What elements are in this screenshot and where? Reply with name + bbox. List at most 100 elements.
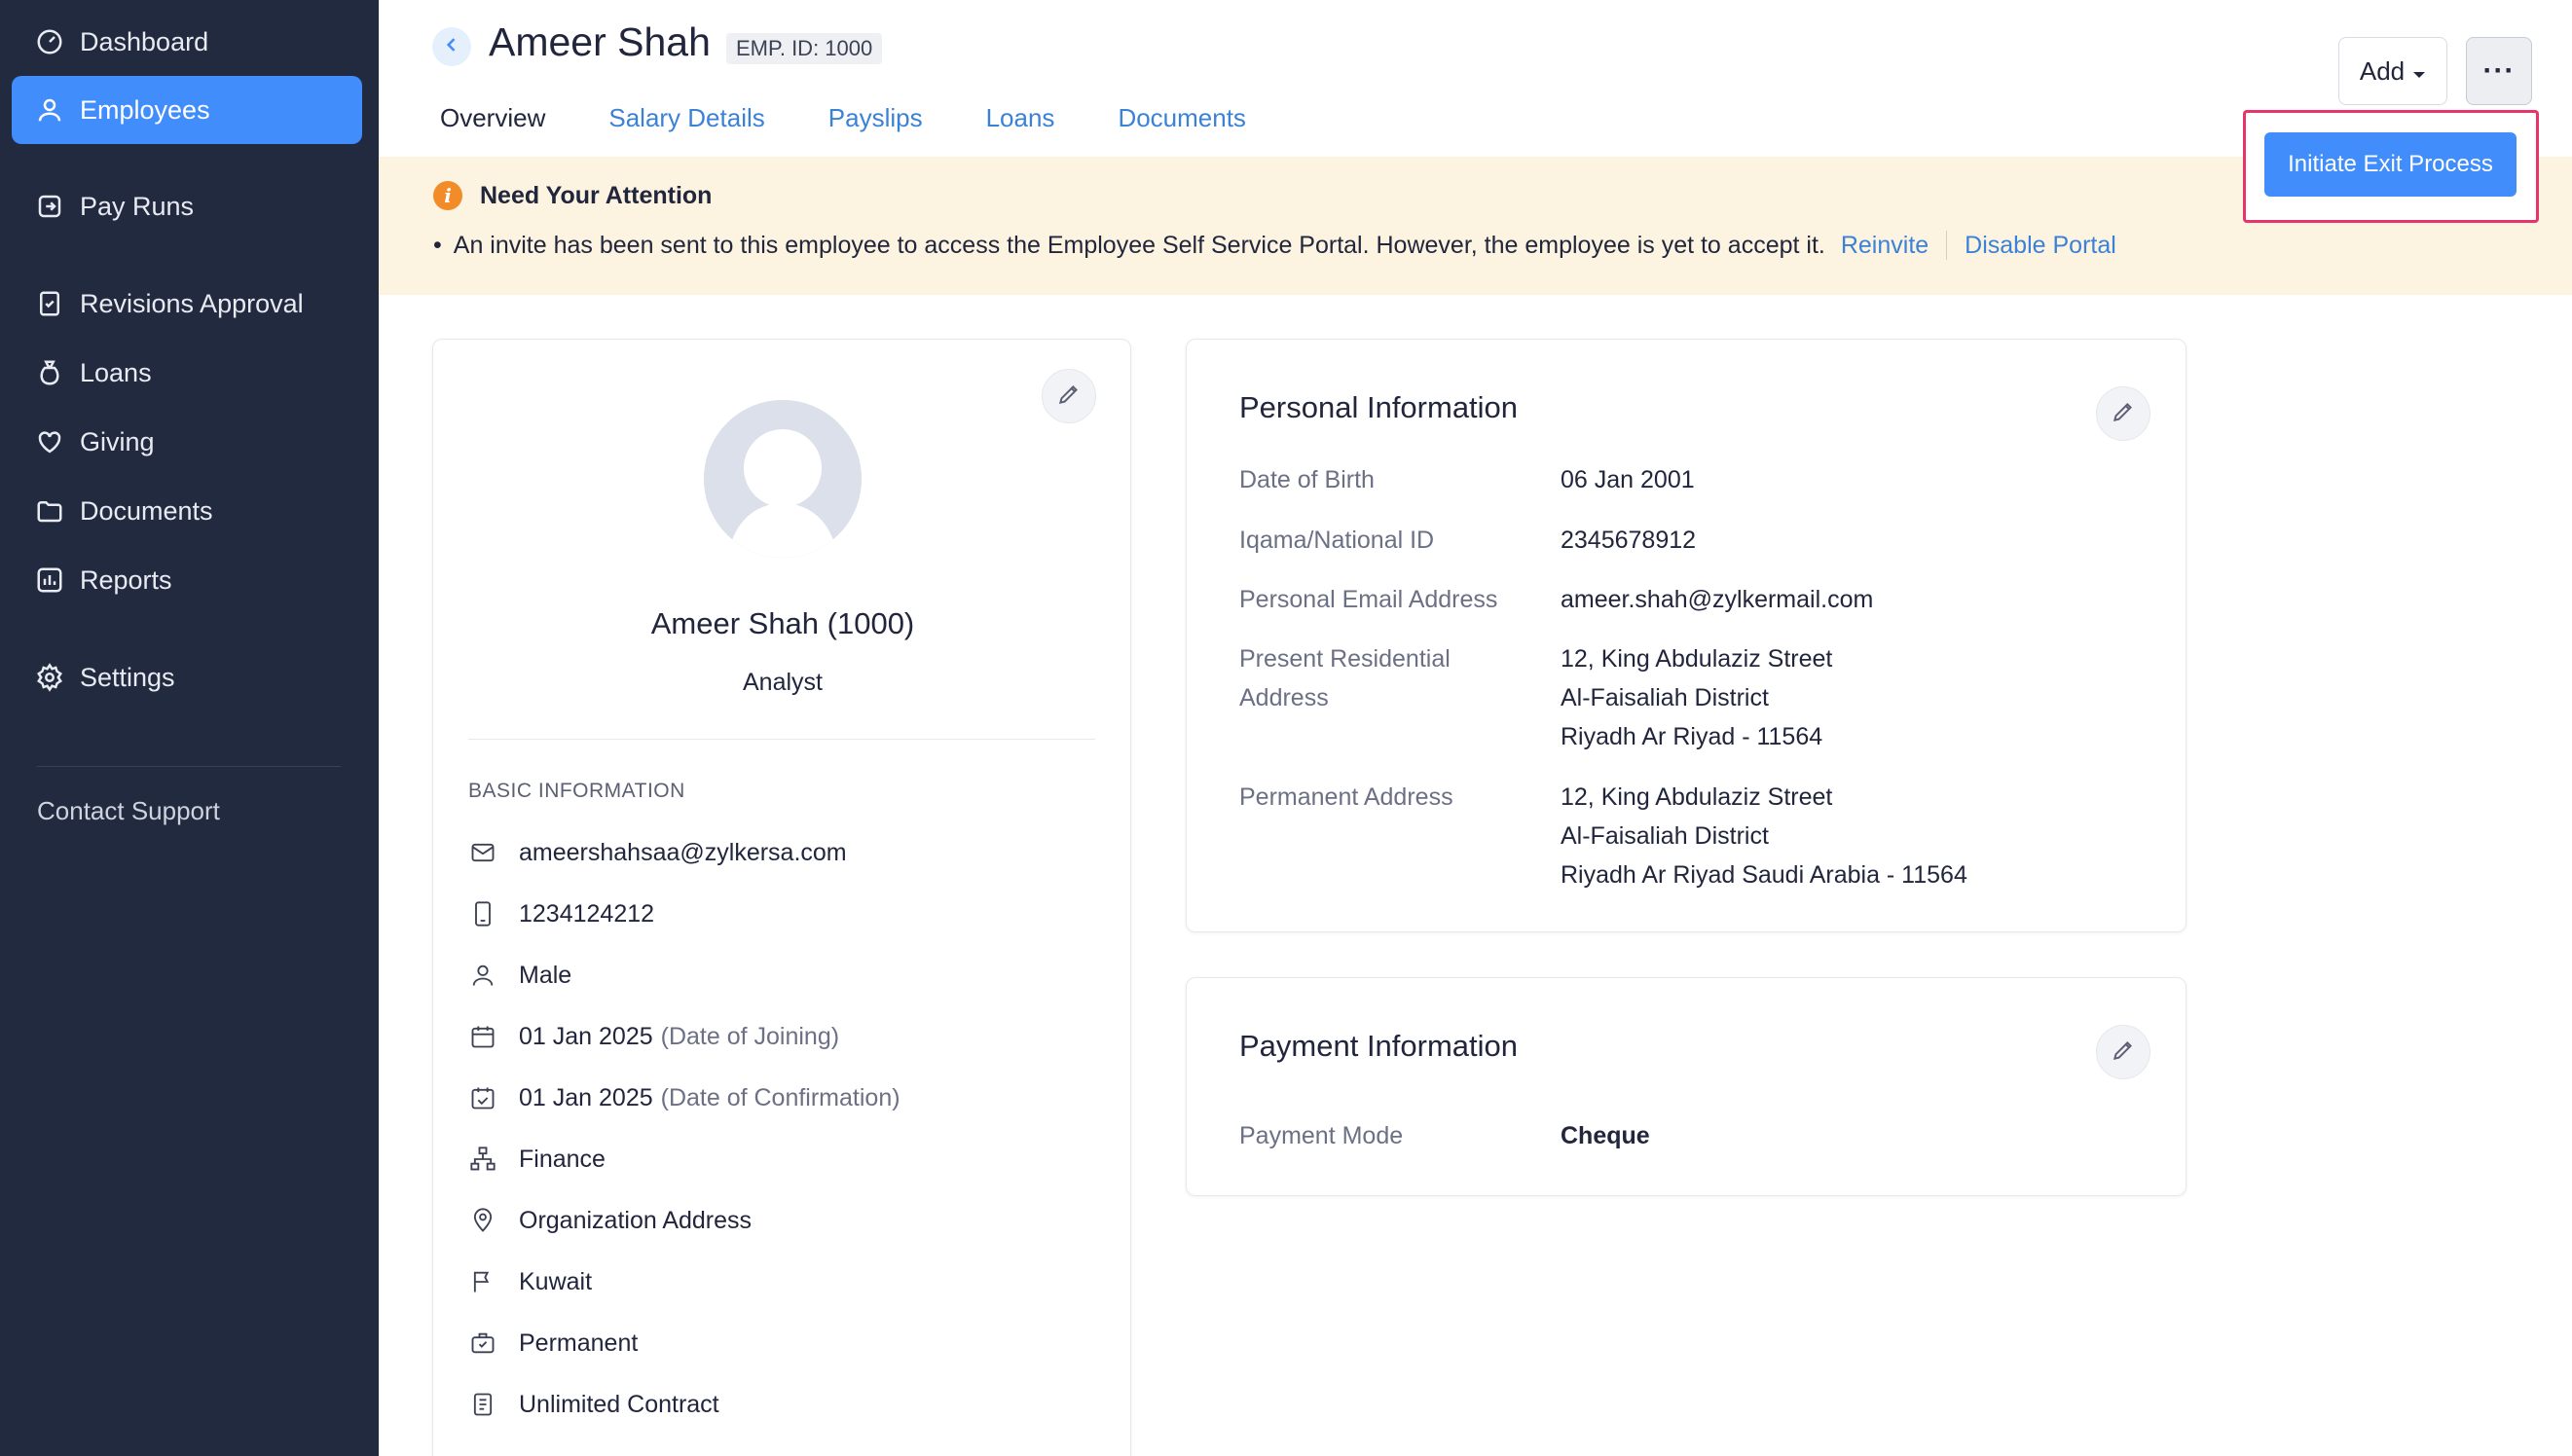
pencil-icon [1056, 382, 1082, 412]
phone-icon [468, 899, 497, 928]
link-separator [1946, 231, 1948, 260]
joining-date-value: 01 Jan 2025 [519, 1022, 653, 1050]
avatar [704, 400, 862, 558]
confirmation-date-note: (Date of Confirmation) [660, 1083, 900, 1111]
person-icon [468, 961, 497, 990]
payment-mode-value: Cheque [1561, 1122, 1650, 1149]
caret-down-icon [2412, 56, 2426, 87]
sidebar-item-pay-runs[interactable]: Pay Runs [12, 172, 362, 240]
contract-value: Unlimited Contract [519, 1390, 719, 1418]
attention-title-text: Need Your Attention [480, 181, 713, 209]
flag-icon [468, 1267, 497, 1296]
sidebar-item-revisions-approval[interactable]: Revisions Approval [12, 270, 362, 338]
approval-icon [33, 287, 66, 320]
sidebar-item-employees[interactable]: Employees [12, 76, 362, 144]
personal-information-card: Personal Information Date of Birth 06 Ja… [1186, 339, 2186, 932]
add-button-label: Add [2359, 55, 2406, 86]
email-row: ameershahsaa@zylkersa.com [468, 838, 847, 867]
sidebar-item-loans[interactable]: Loans [12, 339, 362, 407]
edit-personal-information-button[interactable] [2096, 386, 2150, 441]
sidebar-item-giving[interactable]: Giving [12, 408, 362, 476]
pencil-icon [2111, 1037, 2136, 1068]
attention-title: i Need Your Attention [433, 181, 712, 210]
payment-mode-label: Payment Mode [1239, 1122, 1404, 1149]
present-address-line1: 12, King Abdulaziz Street [1561, 645, 1833, 673]
edit-payment-information-button[interactable] [2096, 1025, 2150, 1079]
location-row: Organization Address [468, 1206, 752, 1235]
joining-date-note: (Date of Joining) [660, 1022, 840, 1050]
confirmation-date-value: 01 Jan 2025 [519, 1083, 653, 1111]
sidebar-item-documents[interactable]: Documents [12, 477, 362, 545]
mail-icon [468, 838, 497, 867]
chart-icon [33, 564, 66, 597]
page-title: Ameer Shah [489, 19, 711, 64]
tab-loans[interactable]: Loans [978, 97, 1063, 156]
more-options-button[interactable]: ··· [2466, 37, 2532, 105]
national-id-label: Iqama/National ID [1239, 527, 1435, 554]
sidebar-item-reports[interactable]: Reports [12, 546, 362, 614]
sidebar-item-label: Settings [80, 662, 175, 692]
tab-bar: Overview Salary Details Payslips Loans D… [432, 97, 1302, 167]
attention-message: An invite has been sent to this employee… [453, 231, 1825, 259]
gender-value: Male [519, 961, 572, 989]
folder-icon [33, 494, 66, 528]
sidebar-item-dashboard[interactable]: Dashboard [12, 8, 362, 76]
pay-runs-icon [33, 190, 66, 223]
personal-information-title: Personal Information [1239, 390, 1519, 424]
contact-support-link[interactable]: Contact Support [37, 796, 220, 826]
tab-overview[interactable]: Overview [432, 97, 554, 167]
sidebar-item-label: Pay Runs [80, 191, 195, 221]
document-icon [468, 1390, 497, 1419]
phone-value: 1234124212 [519, 899, 655, 928]
org-chart-icon [468, 1145, 497, 1174]
present-address-line2: Al-Faisaliah District [1561, 684, 1769, 711]
joining-date-row: 01 Jan 2025 (Date of Joining) [468, 1022, 839, 1051]
sidebar-item-label: Reports [80, 564, 172, 595]
phone-row: 1234124212 [468, 899, 654, 928]
present-address-label-line2: Address [1239, 684, 1329, 711]
sidebar-item-label: Employees [80, 94, 210, 125]
calendar-icon [468, 1022, 497, 1051]
department-row: Finance [468, 1145, 606, 1174]
email-value: ameershahsaa@zylkersa.com [519, 838, 847, 866]
permanent-address-label: Permanent Address [1239, 783, 1453, 811]
tab-payslips[interactable]: Payslips [821, 97, 931, 156]
sidebar: Dashboard Employees Pay Runs Revisions A… [0, 0, 379, 1456]
country-row: Kuwait [468, 1267, 592, 1296]
reinvite-link[interactable]: Reinvite [1841, 232, 1929, 260]
disable-portal-link[interactable]: Disable Portal [1965, 232, 2116, 260]
profile-role: Analyst [743, 669, 823, 696]
sidebar-item-label: Dashboard [80, 26, 209, 56]
back-button[interactable] [432, 27, 471, 66]
tab-salary-details[interactable]: Salary Details [601, 97, 772, 156]
edit-profile-button[interactable] [1042, 369, 1096, 423]
add-button[interactable]: Add [2338, 37, 2447, 105]
personal-email-value: ameer.shah@zylkermail.com [1561, 586, 1874, 613]
sidebar-item-label: Giving [80, 426, 155, 456]
location-value: Organization Address [519, 1206, 753, 1234]
sidebar-item-settings[interactable]: Settings [12, 643, 362, 711]
user-icon [33, 93, 66, 127]
gear-icon [33, 661, 66, 694]
payment-information-title: Payment Information [1239, 1029, 1519, 1063]
info-icon: i [433, 181, 462, 210]
permanent-address-line2: Al-Faisaliah District [1561, 822, 1769, 850]
present-address-line3: Riyadh Ar Riyad - 11564 [1561, 723, 1823, 750]
initiate-exit-process-button[interactable]: Initiate Exit Process [2264, 132, 2517, 197]
dob-label: Date of Birth [1239, 466, 1375, 493]
gender-row: Male [468, 961, 571, 990]
calendar-check-icon [468, 1083, 497, 1112]
department-value: Finance [519, 1145, 606, 1173]
sidebar-item-label: Documents [80, 495, 213, 526]
contract-row: Unlimited Contract [468, 1390, 719, 1419]
tab-documents[interactable]: Documents [1110, 97, 1254, 156]
permanent-address-line1: 12, King Abdulaziz Street [1561, 783, 1833, 811]
sidebar-item-label: Loans [80, 357, 152, 387]
profile-name: Ameer Shah (1000) [650, 606, 915, 640]
dob-value: 06 Jan 2001 [1561, 466, 1695, 493]
country-value: Kuwait [519, 1267, 593, 1295]
permanent-address-line3: Riyadh Ar Riyad Saudi Arabia - 11564 [1561, 861, 1967, 889]
profile-divider [468, 739, 1095, 740]
national-id-value: 2345678912 [1561, 527, 1697, 554]
location-pin-icon [468, 1206, 497, 1235]
